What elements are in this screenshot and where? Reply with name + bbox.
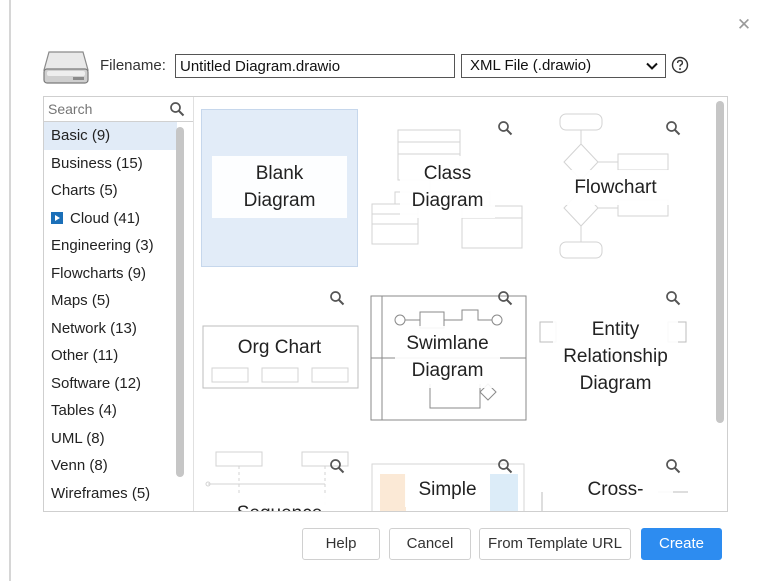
template-label-line: Org Chart [237, 337, 322, 358]
template-label-line: Diagram [243, 190, 316, 211]
template-label-line: Cross- [587, 479, 644, 500]
category-venn[interactable]: Venn (8) [44, 452, 177, 480]
format-select[interactable]: XML File (.drawio) [461, 54, 666, 78]
chevron-down-icon [646, 62, 658, 70]
template-label-line: Sequence [222, 500, 337, 511]
template-label: Org Chart [222, 330, 337, 365]
cancel-button[interactable]: Cancel [389, 528, 471, 560]
template-grid: Blank Diagram Class Diagram Flowchart Or… [194, 97, 714, 511]
template-label-line: Blank [255, 163, 304, 184]
category-label: Engineering (3) [51, 237, 154, 254]
category-label: Wireframes (5) [51, 484, 151, 502]
filename-input[interactable] [175, 54, 455, 78]
template-grid-scrollbar[interactable] [716, 101, 724, 423]
category-business[interactable]: Business (15) [44, 150, 177, 178]
category-tables[interactable]: Tables (4) [44, 397, 177, 425]
template-sequence[interactable]: Sequence [201, 447, 358, 511]
category-maps[interactable]: Maps (5) [44, 287, 177, 315]
search-box [44, 97, 193, 122]
category-label: Flowcharts (9) [51, 264, 147, 282]
search-input[interactable] [44, 97, 169, 121]
filename-label: Filename: [100, 57, 166, 74]
template-org-chart[interactable]: Org Chart [201, 279, 359, 437]
template-label-line: Flowchart [574, 177, 657, 198]
zoom-icon[interactable] [665, 458, 681, 474]
category-network[interactable]: Network (13) [44, 315, 177, 343]
category-label: Other (11) [51, 347, 119, 364]
template-label: Class Diagram [400, 156, 495, 218]
help-icon[interactable] [671, 56, 689, 74]
zoom-icon[interactable] [329, 290, 345, 306]
template-label: Entity Relationship Diagram [553, 312, 678, 401]
format-select-value: XML File (.drawio) [470, 57, 592, 74]
template-label-line: Swimlane [406, 333, 489, 354]
category-engineering[interactable]: Engineering (3) [44, 232, 177, 260]
category-basic[interactable]: Basic (9) [44, 122, 177, 150]
zoom-icon[interactable] [497, 290, 513, 306]
category-flowcharts[interactable]: Flowcharts (9) [44, 260, 177, 288]
create-button[interactable]: Create [641, 528, 722, 560]
zoom-icon[interactable] [497, 458, 513, 474]
category-list: Basic (9) Business (15) Charts (5) Cloud… [44, 122, 177, 507]
template-simple[interactable]: Simple [369, 447, 526, 511]
category-label: Business (15) [51, 154, 143, 172]
category-label: Tables (4) [51, 402, 117, 419]
template-cross-functional[interactable]: Cross- [537, 447, 694, 511]
template-label-line: Simple [418, 479, 477, 500]
category-label: Software (12) [51, 374, 142, 392]
template-label-line: Diagram [411, 360, 484, 381]
zoom-icon[interactable] [497, 120, 513, 136]
drive-icon [43, 51, 89, 84]
zoom-icon[interactable] [665, 120, 681, 136]
category-label: Network (13) [51, 319, 137, 337]
sidebar-scrollbar[interactable] [176, 127, 184, 477]
template-label-line: Diagram [579, 373, 652, 394]
from-template-url-button[interactable]: From Template URL [479, 528, 631, 560]
template-label: Flowchart [553, 170, 678, 205]
category-label: Maps (5) [51, 292, 111, 309]
zoom-icon[interactable] [665, 290, 681, 306]
template-label: Simple [405, 472, 490, 507]
template-blank[interactable]: Blank Diagram [201, 109, 358, 267]
category-other[interactable]: Other (11) [44, 342, 177, 370]
category-charts[interactable]: Charts (5) [44, 177, 177, 205]
category-software[interactable]: Software (12) [44, 370, 177, 398]
template-label: Sequence [222, 496, 337, 511]
template-panel: Basic (9) Business (15) Charts (5) Cloud… [43, 96, 728, 512]
category-label: Basic (9) [51, 127, 111, 144]
category-wireframes[interactable]: Wireframes (5) [44, 480, 177, 508]
template-swimlane[interactable]: Swimlane Diagram [369, 279, 527, 437]
template-entity-relationship[interactable]: Entity Relationship Diagram [537, 279, 694, 437]
left-divider [9, 0, 11, 581]
category-label: UML (8) [51, 429, 105, 447]
search-icon[interactable] [169, 101, 185, 117]
category-sidebar: Basic (9) Business (15) Charts (5) Cloud… [44, 97, 194, 511]
category-label: Charts (5) [51, 182, 118, 199]
expand-arrow-icon[interactable] [51, 211, 63, 224]
category-uml[interactable]: UML (8) [44, 425, 177, 453]
template-label: Blank Diagram [212, 156, 347, 218]
help-button[interactable]: Help [302, 528, 380, 560]
template-class-diagram[interactable]: Class Diagram [369, 109, 526, 267]
category-label: Cloud (41) [70, 209, 141, 227]
template-label-line: Entity [591, 319, 640, 340]
category-label: Venn (8) [51, 457, 108, 474]
template-label-line: Class [423, 163, 472, 184]
category-cloud[interactable]: Cloud (41) [44, 205, 177, 233]
template-flowchart[interactable]: Flowchart [537, 109, 694, 267]
close-icon[interactable]: ✕ [734, 15, 754, 35]
template-label: Swimlane Diagram [395, 326, 500, 388]
zoom-icon[interactable] [329, 458, 345, 474]
template-label: Cross- [558, 472, 673, 507]
template-label-line: Diagram [411, 190, 484, 211]
template-label-line: Relationship [563, 346, 668, 367]
